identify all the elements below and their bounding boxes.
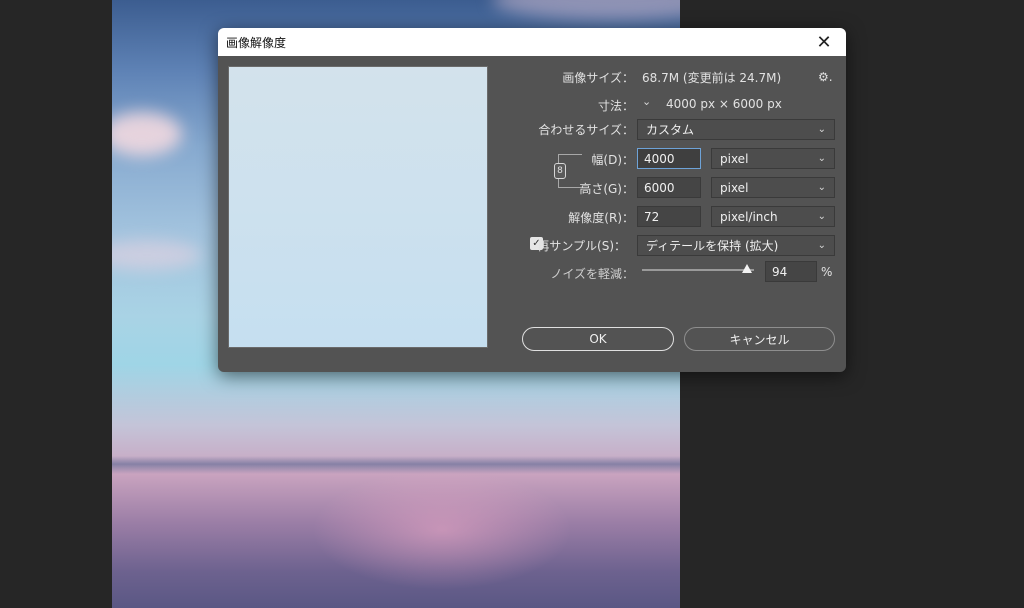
horizon (112, 456, 680, 474)
cloud (112, 112, 182, 156)
image-preview[interactable] (228, 66, 488, 348)
noise-label: ノイズを軽減： (550, 267, 634, 281)
ok-button[interactable]: OK (522, 327, 674, 351)
dimensions-value: 4000 px × 6000 px (666, 97, 782, 111)
image-size-value: 68.7M (変更前は 24.7M) (642, 71, 782, 85)
chevron-down-icon: ⌄ (817, 124, 826, 135)
noise-input[interactable] (765, 261, 817, 282)
image-size-dialog: 画像解像度 ✕ 画像サイズ： 68.7M (変更前は 24.7M) ⚙. 寸法：… (218, 28, 846, 372)
noise-slider-track[interactable] (642, 269, 754, 271)
image-size-label: 画像サイズ： (562, 71, 634, 85)
fit-to-label: 合わせるサイズ： (538, 123, 634, 137)
height-label: 高さ(G)： (579, 182, 634, 196)
noise-unit: % (821, 265, 833, 279)
height-input[interactable] (637, 177, 701, 198)
height-unit-select[interactable]: pixel ⌄ (711, 177, 835, 198)
sea-reflection (312, 470, 572, 590)
resolution-unit-select[interactable]: pixel/inch ⌄ (711, 206, 835, 227)
dialog-title: 画像解像度 (226, 35, 287, 50)
resample-label: 再サンプル(S)： (537, 239, 626, 253)
noise-slider-thumb[interactable] (742, 264, 753, 273)
chevron-down-icon: ⌄ (817, 182, 826, 193)
fit-to-value: カスタム (646, 123, 695, 137)
width-input[interactable] (637, 148, 701, 169)
width-label: 幅(D)： (591, 153, 634, 167)
dialog-titlebar: 画像解像度 ✕ (218, 28, 846, 56)
resample-method-select[interactable]: ディテールを保持 (拡大) ⌄ (637, 235, 835, 256)
gear-icon[interactable]: ⚙. (818, 70, 833, 84)
cloud (492, 0, 680, 20)
chevron-down-icon: ⌄ (817, 240, 826, 251)
dimensions-chevron-icon[interactable]: ⌄ (642, 95, 654, 109)
resolution-label: 解像度(R)： (568, 211, 634, 225)
close-button[interactable]: ✕ (812, 30, 836, 54)
width-unit-select[interactable]: pixel ⌄ (711, 148, 835, 169)
close-icon: ✕ (816, 31, 832, 53)
height-unit-value: pixel (720, 180, 749, 195)
chevron-down-icon: ⌄ (817, 153, 826, 164)
resolution-unit-value: pixel/inch (720, 209, 778, 224)
resolution-input[interactable] (637, 206, 701, 227)
fit-to-select[interactable]: カスタム ⌄ (637, 119, 835, 140)
link-constrain-icon[interactable]: 8 (554, 163, 566, 179)
cancel-button[interactable]: キャンセル (684, 327, 835, 351)
width-unit-value: pixel (720, 151, 749, 166)
cloud (112, 240, 202, 270)
chevron-down-icon: ⌄ (817, 211, 826, 222)
resample-method-value: ディテールを保持 (拡大) (646, 239, 779, 253)
dimensions-label: 寸法： (597, 99, 634, 113)
